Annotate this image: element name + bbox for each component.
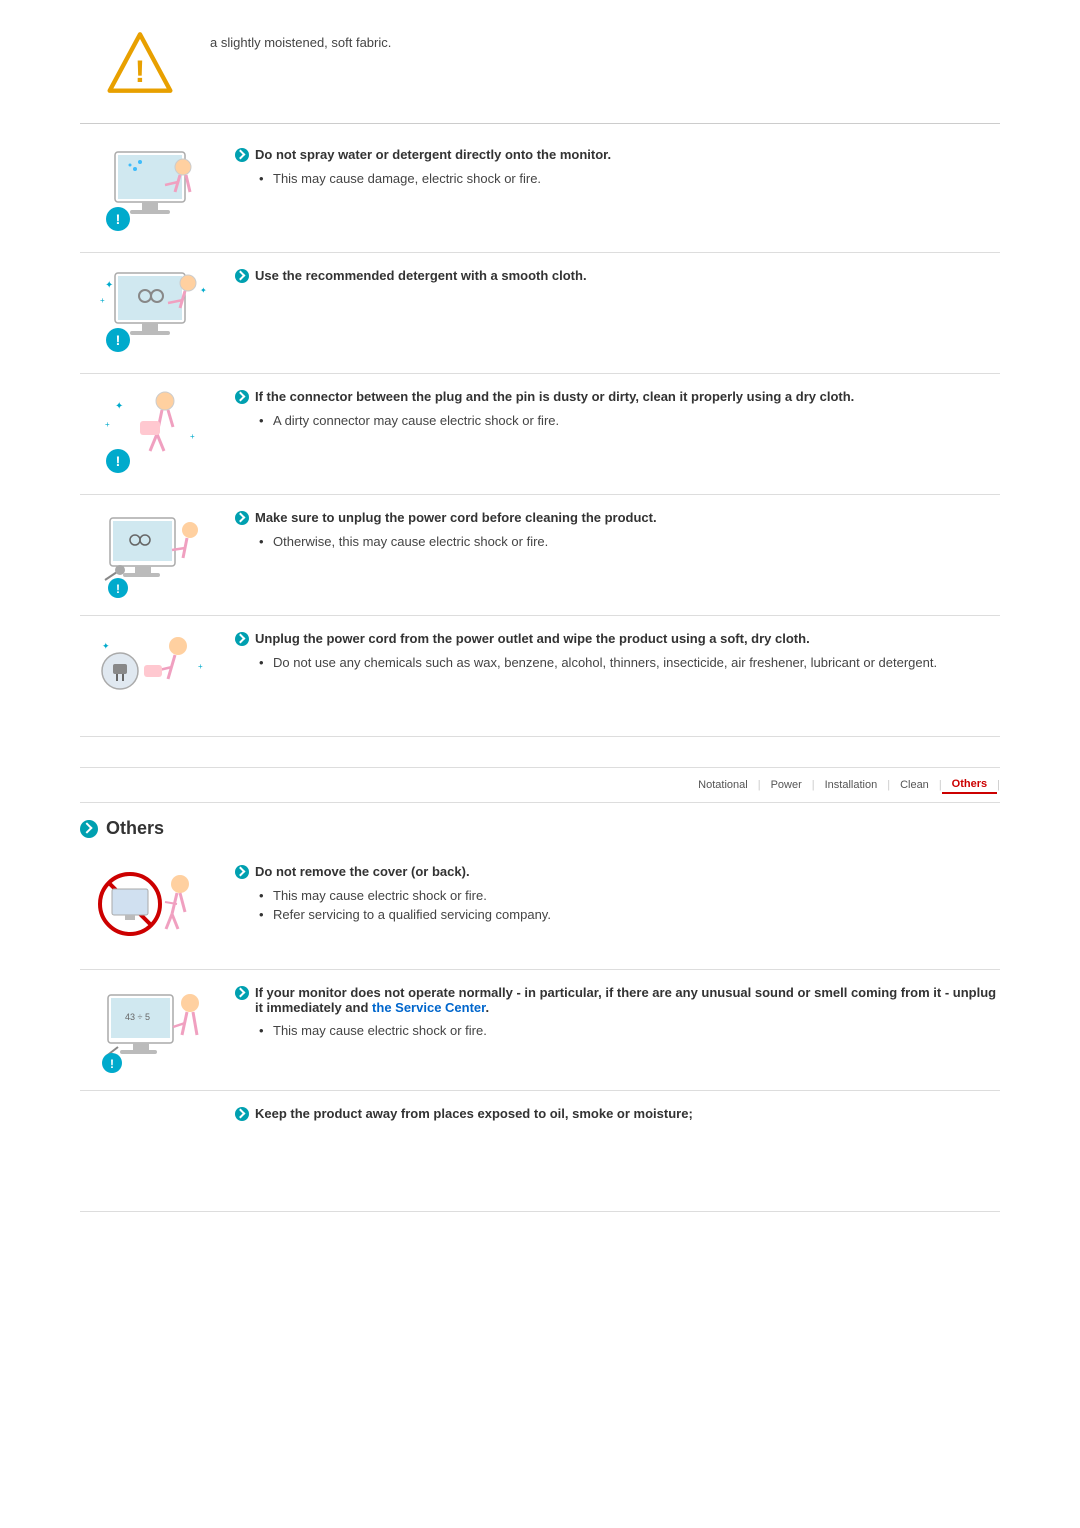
spray-bullet-1: This may cause damage, electric shock or…: [255, 169, 1000, 188]
dry-cloth-title: Unplug the power cord from the power out…: [235, 631, 1000, 647]
nav-others[interactable]: Others: [942, 776, 997, 794]
dry-cloth-illustration: ✦ +: [80, 631, 220, 721]
circle-arrow-icon-3: [235, 390, 249, 404]
cover-bullet-1: This may cause electric shock or fire.: [255, 886, 1000, 905]
instruction-row-abnormal: 43 ÷ 5 ! If your monitor does not operat…: [80, 970, 1000, 1091]
abnormal-title: If your monitor does not operate normall…: [235, 985, 1000, 1015]
svg-text:+: +: [105, 420, 110, 429]
service-center-link[interactable]: the Service Center: [372, 1000, 485, 1015]
svg-text:+: +: [100, 296, 105, 305]
unplug-clean-svg: !: [90, 510, 210, 600]
circle-arrow-icon-7: [235, 986, 249, 1000]
abnormal-bullet-1: This may cause electric shock or fire.: [255, 1021, 1000, 1040]
svg-text:!: !: [110, 1057, 114, 1071]
svg-text:!: !: [116, 582, 120, 596]
nav-clean[interactable]: Clean: [890, 777, 939, 793]
svg-text:!: !: [135, 54, 145, 89]
instruction-row-unplug-clean: ! Make sure to unplug the power cord bef…: [80, 495, 1000, 616]
top-warning-text: a slightly moistened, soft fabric.: [200, 30, 1000, 50]
abnormal-svg: 43 ÷ 5 !: [90, 985, 210, 1075]
detergent-illustration: ! ✦ + ✦: [80, 268, 220, 358]
svg-text:!: !: [116, 453, 121, 469]
circle-arrow-icon-8: [235, 1107, 249, 1121]
abnormal-bullets: This may cause electric shock or fire.: [235, 1021, 1000, 1040]
spray-title: Do not spray water or detergent directly…: [235, 147, 1000, 163]
top-warning-row: ! a slightly moistened, soft fabric.: [80, 20, 1000, 115]
circle-arrow-icon: [235, 148, 249, 162]
unplug-clean-illustration: !: [80, 510, 220, 600]
cover-bullets: This may cause electric shock or fire. R…: [235, 886, 1000, 924]
svg-text:✦: ✦: [200, 286, 207, 295]
connector-bullet-1: A dirty connector may cause electric sho…: [255, 411, 1000, 430]
cover-content: Do not remove the cover (or back). This …: [220, 864, 1000, 924]
abnormal-illustration: 43 ÷ 5 !: [80, 985, 220, 1075]
circle-arrow-icon-4: [235, 511, 249, 525]
oil-smoke-title: Keep the product away from places expose…: [235, 1106, 1000, 1122]
nav-sep-5: |: [997, 779, 1000, 791]
instruction-row-cover: Do not remove the cover (or back). This …: [80, 849, 1000, 970]
spray-illustration: !: [80, 147, 220, 237]
circle-arrow-icon-6: [235, 865, 249, 879]
svg-text:✦: ✦: [115, 401, 123, 412]
nav-notational[interactable]: Notational: [688, 777, 758, 793]
instruction-row-connector: ✦ + + ! If the connector between the plu…: [80, 374, 1000, 495]
connector-bullets: A dirty connector may cause electric sho…: [235, 411, 1000, 430]
unplug-clean-bullets: Otherwise, this may cause electric shock…: [235, 532, 1000, 551]
dry-cloth-bullets: Do not use any chemicals such as wax, be…: [235, 653, 1000, 672]
connector-svg: ✦ + + !: [90, 389, 210, 479]
nav-installation[interactable]: Installation: [815, 777, 888, 793]
instruction-row-dry-cloth: ✦ + Unplug the power cord from the power…: [80, 616, 1000, 737]
svg-text:✦: ✦: [105, 280, 113, 291]
dry-cloth-content: Unplug the power cord from the power out…: [220, 631, 1000, 672]
warning-triangle-icon: !: [105, 30, 175, 95]
spray-bullets: This may cause damage, electric shock or…: [235, 169, 1000, 188]
connector-title: If the connector between the plug and th…: [235, 389, 1000, 405]
spray-content: Do not spray water or detergent directly…: [220, 147, 1000, 188]
oil-smoke-content: Keep the product away from places expose…: [220, 1106, 1000, 1128]
svg-text:✦: ✦: [102, 641, 110, 651]
instruction-row-oil-smoke: Keep the product away from places expose…: [80, 1091, 1000, 1212]
svg-text:+: +: [198, 662, 203, 671]
unplug-clean-content: Make sure to unplug the power cord befor…: [220, 510, 1000, 551]
dry-cloth-svg: ✦ +: [90, 631, 210, 721]
connector-illustration: ✦ + + !: [80, 389, 220, 479]
svg-text:+: +: [190, 432, 195, 441]
nav-power[interactable]: Power: [761, 777, 812, 793]
abnormal-title-text: If your monitor does not operate normall…: [255, 985, 1000, 1015]
divider-top: [80, 123, 1000, 124]
cover-bullet-2: Refer servicing to a qualified servicing…: [255, 905, 1000, 924]
svg-text:!: !: [116, 211, 121, 227]
circle-arrow-icon-5: [235, 632, 249, 646]
cover-illustration: [80, 864, 220, 954]
abnormal-content: If your monitor does not operate normall…: [220, 985, 1000, 1040]
warning-icon-area: !: [80, 30, 200, 95]
cover-svg: [90, 864, 210, 954]
instruction-row-spray: ! Do not spray water or detergent direct…: [80, 132, 1000, 253]
connector-content: If the connector between the plug and th…: [220, 389, 1000, 430]
cover-title: Do not remove the cover (or back).: [235, 864, 1000, 880]
circle-arrow-icon-2: [235, 269, 249, 283]
others-section-title: Others: [80, 818, 1000, 839]
detergent-title: Use the recommended detergent with a smo…: [235, 268, 1000, 284]
dry-cloth-bullet-1: Do not use any chemicals such as wax, be…: [255, 653, 1000, 672]
others-circle-icon: [80, 820, 98, 838]
svg-text:43 ÷ 5: 43 ÷ 5: [125, 1012, 150, 1022]
spray-monitor-svg: !: [90, 147, 210, 237]
oil-smoke-illustration: [80, 1106, 220, 1196]
detergent-content: Use the recommended detergent with a smo…: [220, 268, 1000, 290]
unplug-clean-bullet-1: Otherwise, this may cause electric shock…: [255, 532, 1000, 551]
instruction-row-detergent: ! ✦ + ✦ Use the recommended detergent wi…: [80, 253, 1000, 374]
unplug-clean-title: Make sure to unplug the power cord befor…: [235, 510, 1000, 526]
detergent-monitor-svg: ! ✦ + ✦: [90, 268, 210, 358]
svg-text:!: !: [116, 332, 121, 348]
nav-bar: Notational | Power | Installation | Clea…: [80, 767, 1000, 803]
